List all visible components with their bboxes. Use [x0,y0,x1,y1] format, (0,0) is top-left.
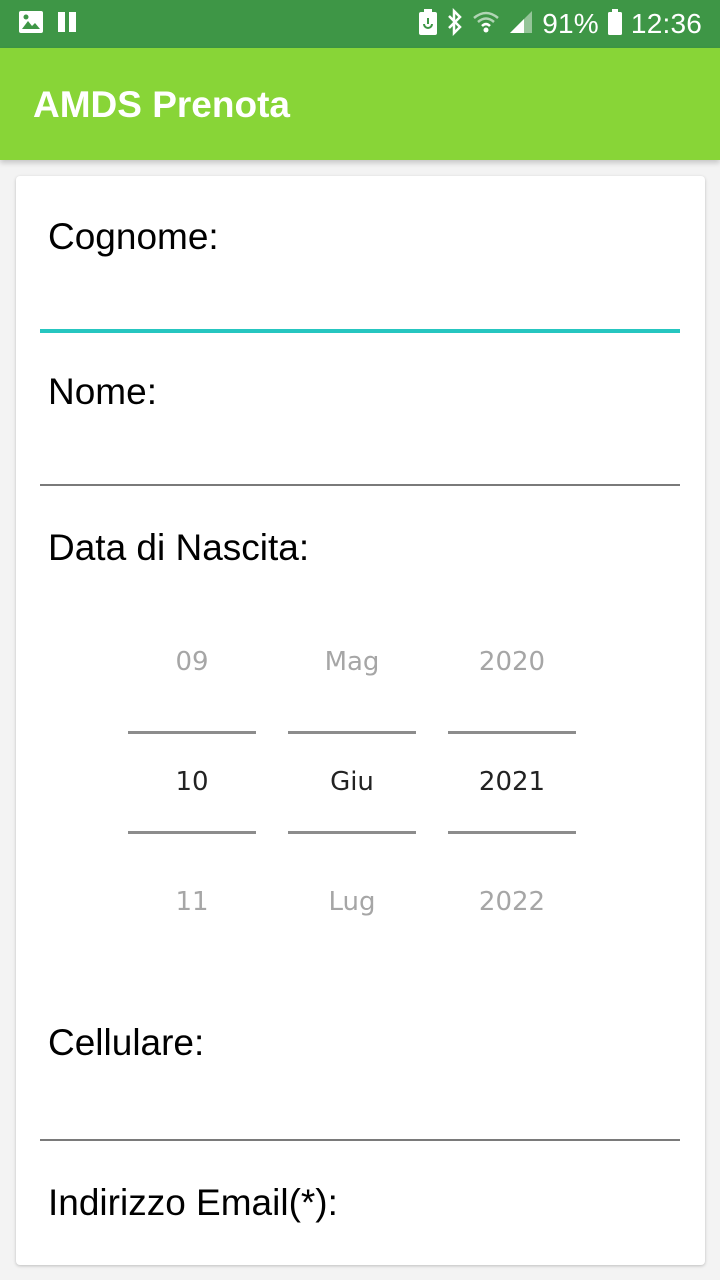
status-bar: 91% 12:36 [0,0,720,48]
month-divider-top [288,731,416,734]
cognome-underline [40,329,680,333]
day-prev[interactable]: 09 [128,647,256,677]
cellulare-input[interactable] [40,1074,680,1134]
data-nascita-label: Data di Nascita: [48,527,310,568]
month-spinner[interactable]: Mag Giu Lug [288,632,416,932]
nome-input[interactable] [40,422,680,482]
app-title: AMDS Prenota [33,84,290,125]
battery-saver-icon [418,8,438,41]
nome-underline [40,484,680,486]
signal-icon [508,9,534,40]
cellulare-underline [40,1139,680,1141]
form-card: Cognome: Nome: Data di Nascita: 09 10 11… [16,176,705,1265]
image-icon [18,10,44,39]
battery-icon [607,8,623,41]
day-divider-bottom [128,831,256,834]
month-selected[interactable]: Giu [288,767,416,797]
app-bar: AMDS Prenota [0,48,720,160]
battery-percent: 91% [542,8,599,39]
pause-icon [56,10,78,39]
cognome-label: Cognome: [48,216,219,257]
email-label: Indirizzo Email(*): [48,1182,338,1223]
cognome-input[interactable] [40,266,680,326]
year-prev[interactable]: 2020 [448,647,576,677]
cellulare-label: Cellulare: [48,1022,205,1063]
year-spinner[interactable]: 2020 2021 2022 [448,632,576,932]
wifi-icon [472,8,500,41]
nome-label: Nome: [48,371,157,412]
bluetooth-icon [446,7,464,41]
day-divider-top [128,731,256,734]
year-next[interactable]: 2022 [448,887,576,917]
day-next[interactable]: 11 [128,887,256,917]
year-selected[interactable]: 2021 [448,767,576,797]
year-divider-top [448,731,576,734]
day-spinner[interactable]: 09 10 11 [128,632,256,932]
month-next[interactable]: Lug [288,887,416,917]
month-prev[interactable]: Mag [288,647,416,677]
clock: 12:36 [630,8,702,39]
month-divider-bottom [288,831,416,834]
day-selected[interactable]: 10 [128,767,256,797]
year-divider-bottom [448,831,576,834]
